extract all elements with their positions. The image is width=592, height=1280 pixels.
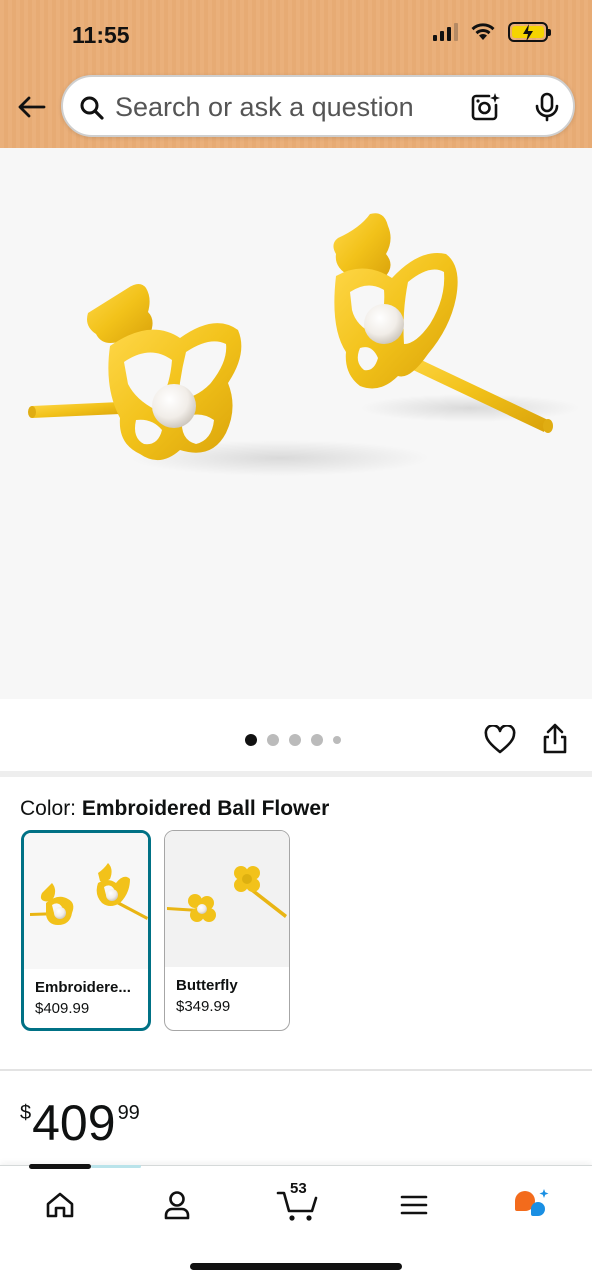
search-input[interactable] xyxy=(115,91,445,123)
home-indicator xyxy=(190,1263,402,1270)
nav-home[interactable] xyxy=(35,1184,85,1226)
color-option-price: $349.99 xyxy=(176,998,231,1015)
price-fraction: 99 xyxy=(117,1102,140,1124)
nav-cart[interactable]: 53 xyxy=(272,1180,324,1226)
wishlist-button[interactable] xyxy=(484,724,516,755)
gallery-controls xyxy=(0,699,592,771)
heart-icon xyxy=(484,724,516,754)
back-button[interactable] xyxy=(14,90,48,124)
nav-rufus-assistant[interactable] xyxy=(506,1184,556,1226)
butterfly-earrings-image xyxy=(28,213,580,476)
color-option-thumbnail xyxy=(165,831,289,967)
color-label-prefix: Color: xyxy=(20,797,82,820)
flower-earrings-thumbnail xyxy=(165,831,289,967)
color-selector-label: Color: Embroidered Ball Flower xyxy=(20,797,329,821)
active-tab-indicator xyxy=(29,1164,91,1169)
pagination-dot[interactable] xyxy=(311,734,323,746)
voice-search-button[interactable] xyxy=(531,91,563,123)
camera-lens-icon xyxy=(471,93,500,121)
person-icon xyxy=(164,1191,190,1220)
color-option-name: Embroidere... xyxy=(35,979,131,996)
image-pagination[interactable] xyxy=(245,734,341,746)
battery-charging-icon xyxy=(508,22,551,42)
nav-account[interactable] xyxy=(152,1184,202,1226)
pagination-dot[interactable] xyxy=(245,734,257,746)
status-icons xyxy=(433,22,551,42)
color-option-butterfly[interactable]: Butterfly $349.99 xyxy=(164,830,290,1031)
cellular-signal-icon xyxy=(433,23,458,41)
tab-indicator-highlight xyxy=(91,1165,141,1168)
color-option-thumbnail xyxy=(24,833,148,969)
section-divider xyxy=(0,771,592,777)
product-price: $ 409 99 xyxy=(20,1098,140,1148)
color-option-name: Butterfly xyxy=(176,977,238,994)
share-icon xyxy=(543,723,567,754)
share-button[interactable] xyxy=(541,723,569,755)
search-icon xyxy=(80,96,104,120)
color-option-price: $409.99 xyxy=(35,1000,90,1017)
nav-menu[interactable] xyxy=(389,1184,439,1226)
cart-count-badge: 53 xyxy=(290,1180,307,1197)
hamburger-menu-icon xyxy=(400,1195,428,1215)
search-bar[interactable] xyxy=(61,75,575,137)
product-image[interactable] xyxy=(0,148,592,699)
home-icon xyxy=(46,1192,74,1218)
camera-search-button[interactable] xyxy=(469,91,501,123)
pagination-dot[interactable] xyxy=(289,734,301,746)
pagination-dot[interactable] xyxy=(267,734,279,746)
price-whole: 409 xyxy=(32,1095,116,1151)
rufus-assistant-icon xyxy=(515,1189,549,1216)
header: 11:55 xyxy=(0,0,592,148)
color-selected-value: Embroidered Ball Flower xyxy=(81,797,330,820)
price-currency: $ xyxy=(20,1102,32,1124)
back-arrow-icon xyxy=(18,96,46,118)
color-option-embroidered[interactable]: Embroidere... $409.99 xyxy=(21,830,151,1031)
status-time: 11:55 xyxy=(72,22,130,48)
bottom-navigation: 53 xyxy=(0,1164,592,1280)
butterfly-earrings-thumbnail xyxy=(24,833,148,969)
section-divider xyxy=(0,1069,592,1071)
wifi-icon xyxy=(471,23,495,40)
pagination-dot[interactable] xyxy=(333,736,341,744)
microphone-icon xyxy=(535,92,559,122)
